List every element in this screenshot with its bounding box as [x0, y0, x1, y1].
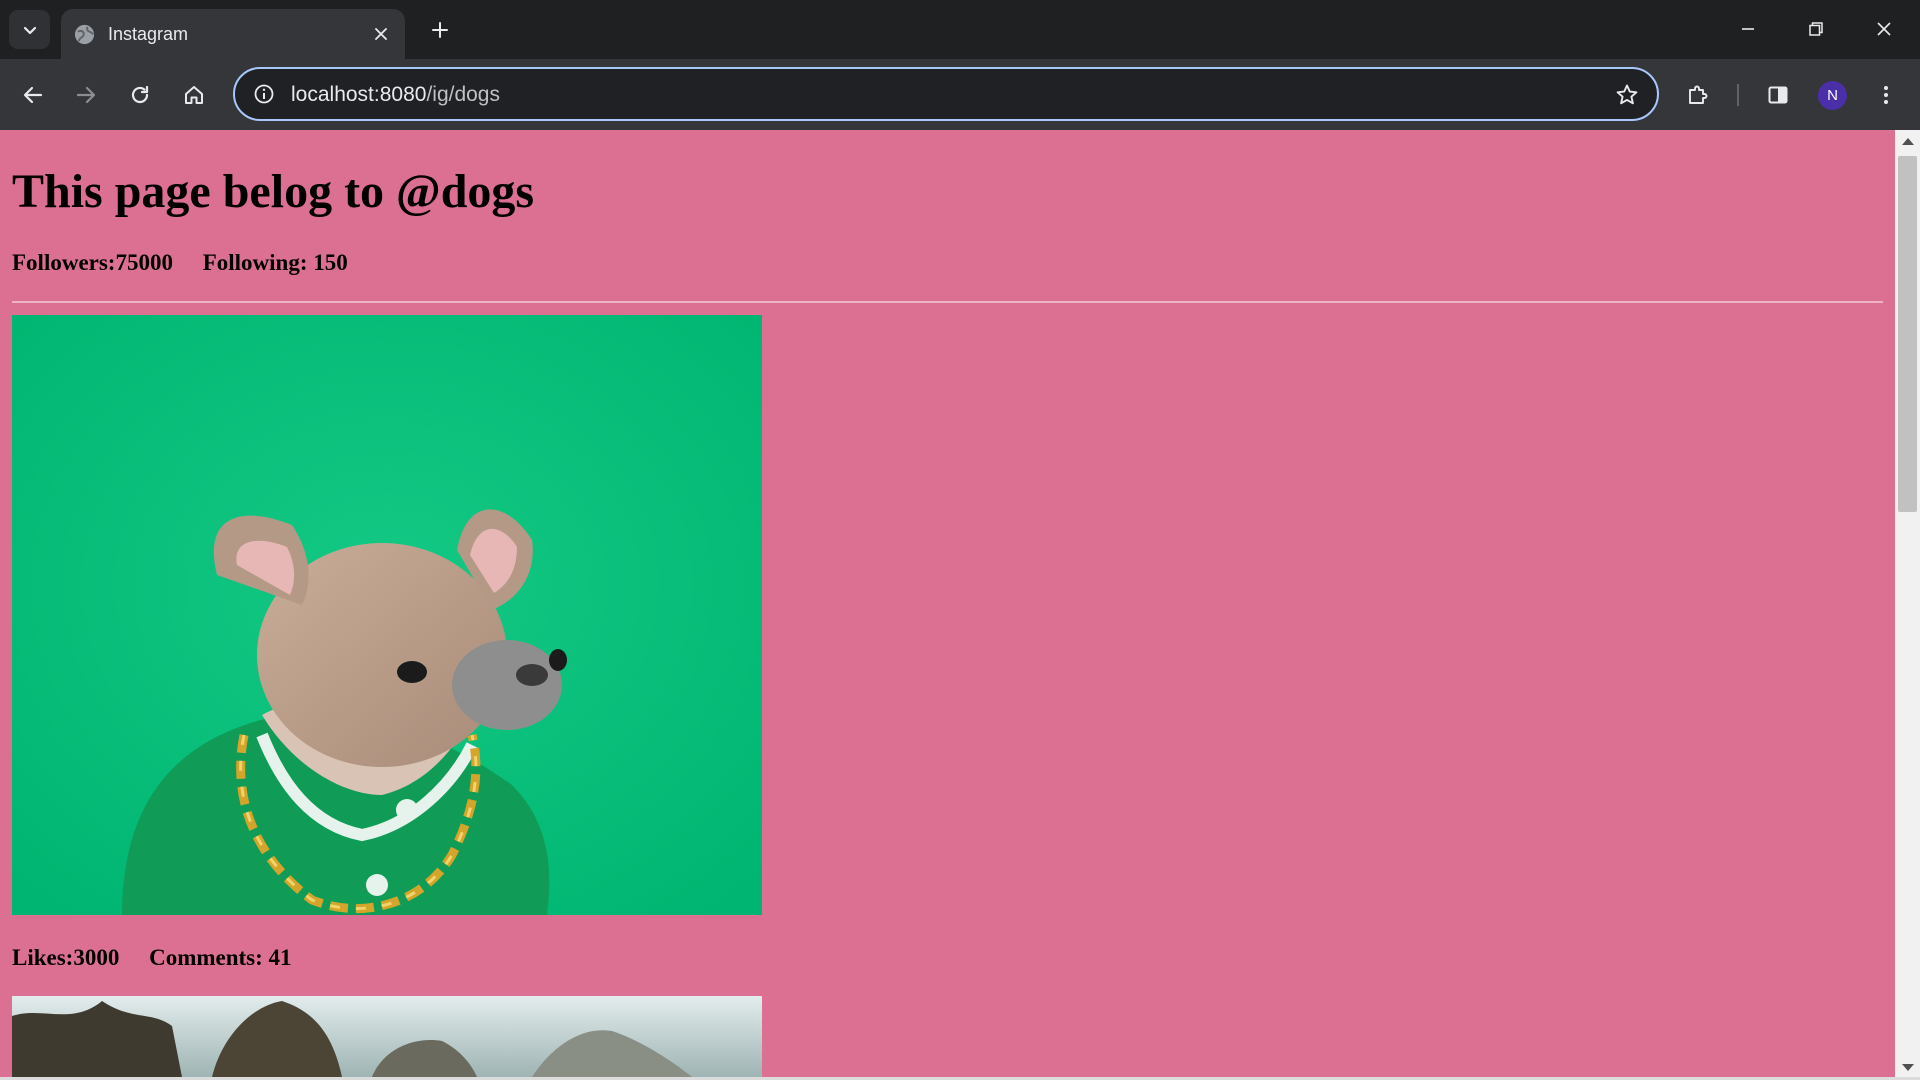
scrollbar-thumb[interactable]	[1898, 156, 1917, 512]
info-icon	[254, 84, 274, 104]
home-button[interactable]	[175, 76, 213, 114]
restore-button[interactable]	[1794, 12, 1838, 46]
post-image-trees	[12, 996, 762, 1077]
site-info-button[interactable]	[251, 81, 277, 107]
url-host: localhost:8080	[291, 83, 427, 106]
browser-toolbar: localhost:8080/ig/dogs N	[0, 59, 1920, 130]
post-stats: Likes:3000 Comments: 41	[12, 945, 292, 971]
scroll-up-arrow[interactable]	[1902, 138, 1914, 145]
address-bar[interactable]: localhost:8080/ig/dogs	[233, 67, 1659, 121]
side-panel-button[interactable]	[1759, 76, 1797, 114]
menu-button[interactable]	[1867, 76, 1905, 114]
side-panel-icon	[1768, 86, 1788, 104]
kebab-menu-icon	[1884, 86, 1888, 104]
restore-icon	[1809, 22, 1823, 36]
post-image-dog	[12, 315, 762, 915]
page-title: This page belog to @dogs	[12, 165, 535, 218]
home-icon	[185, 86, 203, 104]
following-count: Following: 150	[202, 250, 348, 275]
back-arrow-icon	[23, 86, 43, 104]
chevron-down-icon	[23, 26, 36, 34]
profile-stats: Followers:75000 Following: 150	[12, 250, 348, 276]
extensions-button[interactable]	[1679, 76, 1717, 114]
vertical-scrollbar[interactable]	[1895, 130, 1920, 1077]
close-window-button[interactable]	[1862, 12, 1906, 46]
puzzle-icon	[1689, 85, 1708, 104]
close-icon	[1877, 22, 1891, 36]
page-content: This page belog to @dogs Followers:75000…	[0, 130, 1895, 1077]
followers-count: Followers:75000	[12, 250, 173, 275]
url-path: /ig/dogs	[426, 83, 500, 106]
forward-button[interactable]	[67, 76, 105, 114]
url-text[interactable]: localhost:8080/ig/dogs	[291, 83, 500, 107]
profile-avatar[interactable]: N	[1818, 81, 1847, 110]
browser-tab[interactable]: Instagram	[61, 9, 405, 59]
likes-count: Likes:3000	[12, 945, 120, 970]
new-tab-button[interactable]	[426, 16, 454, 44]
comments-count: Comments: 41	[149, 945, 292, 970]
forward-arrow-icon	[76, 86, 96, 104]
plus-icon	[432, 22, 448, 38]
divider	[12, 301, 1883, 303]
minimize-icon	[1742, 28, 1754, 30]
close-icon	[375, 28, 387, 40]
tab-strip: Instagram	[0, 0, 1920, 59]
bookmark-button[interactable]	[1613, 81, 1641, 109]
star-icon	[1616, 84, 1638, 105]
minimize-button[interactable]	[1726, 12, 1770, 46]
french-bulldog-photo	[12, 315, 762, 915]
reload-icon	[131, 85, 149, 104]
back-button[interactable]	[14, 76, 52, 114]
tab-close-button[interactable]	[371, 24, 391, 44]
trees-photo	[12, 996, 762, 1077]
tab-search-button[interactable]	[9, 10, 50, 49]
toolbar-separator	[1737, 84, 1739, 106]
scroll-down-arrow[interactable]	[1902, 1064, 1914, 1071]
reload-button[interactable]	[121, 76, 159, 114]
tab-title: Instagram	[108, 24, 189, 44]
globe-icon	[74, 24, 95, 45]
